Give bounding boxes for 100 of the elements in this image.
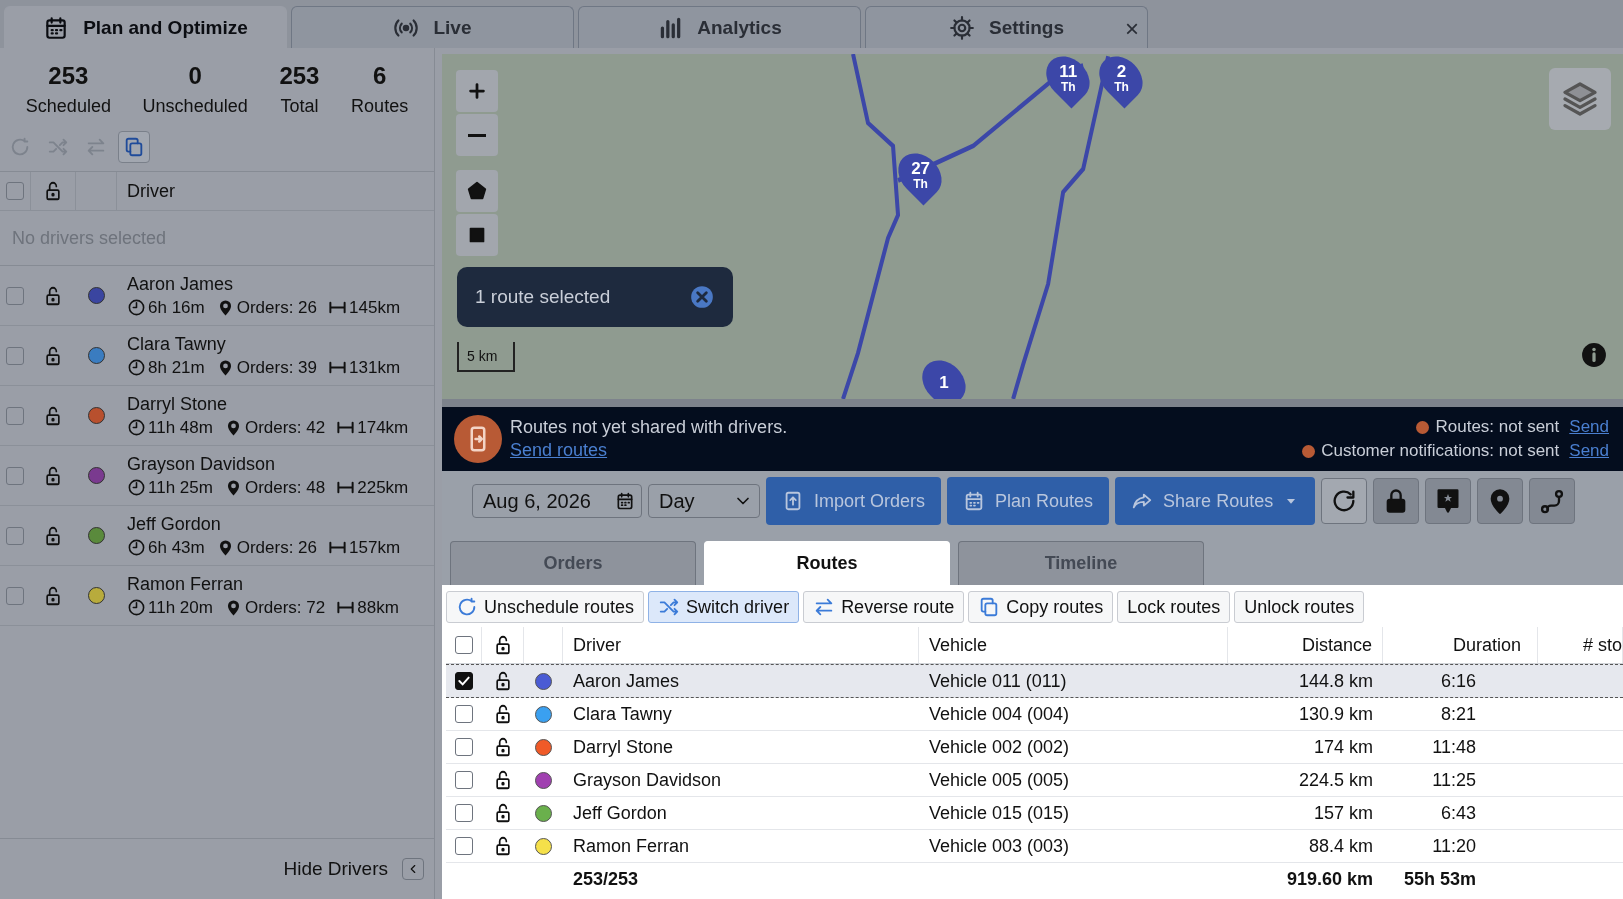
- route-distance: 157km: [349, 537, 401, 558]
- unlocked-padlock-icon: [43, 404, 63, 427]
- circular-arrow-icon: [9, 136, 31, 158]
- checkbox[interactable]: [455, 804, 473, 822]
- table-cell-text: Grayson Davidson: [572, 768, 723, 792]
- checkbox[interactable]: [6, 346, 24, 365]
- unlocked-padlock-icon: [493, 802, 513, 824]
- route-distance: 145km: [349, 297, 401, 318]
- table-cell-text: 6:16: [1439, 669, 1477, 693]
- toolbar-button[interactable]: Import Orders: [766, 477, 942, 525]
- stat-label: Unscheduled: [142, 96, 248, 117]
- clock-icon: [127, 598, 146, 617]
- table-cell-text: Aaron James: [572, 669, 681, 693]
- close-icon: [689, 284, 715, 310]
- rectangle-tool-button[interactable]: [456, 214, 498, 256]
- order-count: Orders: 39: [236, 357, 317, 378]
- table-cell-text: 157 km: [1312, 801, 1374, 825]
- checkbox[interactable]: [6, 182, 24, 200]
- polygon-tool-button[interactable]: [456, 170, 498, 212]
- lock-button[interactable]: [1373, 478, 1420, 524]
- table-cell-text: 11:20: [1431, 834, 1477, 858]
- send-routes-link[interactable]: Send routes: [510, 440, 608, 461]
- checkbox[interactable]: [6, 286, 24, 305]
- checkbox[interactable]: [6, 466, 24, 485]
- action-button[interactable]: Copy routes: [968, 591, 1114, 623]
- order-count: Orders: 48: [244, 477, 326, 498]
- checkbox[interactable]: [455, 771, 473, 789]
- period-dropdown[interactable]: Day: [648, 484, 760, 518]
- action-button[interactable]: Lock routes: [1117, 591, 1231, 623]
- action-button[interactable]: Switch driver: [648, 591, 800, 623]
- tab[interactable]: Live: [291, 6, 574, 48]
- clock-icon: [127, 418, 146, 437]
- column-header: Vehicle: [919, 627, 1228, 663]
- refresh-button[interactable]: [1321, 478, 1368, 524]
- zoom-out-button[interactable]: [456, 114, 498, 156]
- checkbox[interactable]: [6, 526, 24, 545]
- settings-icon: [949, 14, 975, 41]
- tab[interactable]: Plan and Optimize: [4, 6, 287, 48]
- layers-button[interactable]: [1549, 68, 1611, 130]
- checkbox[interactable]: [455, 672, 473, 690]
- table-cell-text: Clara Tawny: [572, 702, 673, 726]
- checkbox[interactable]: [455, 705, 473, 723]
- checkbox[interactable]: [6, 406, 24, 425]
- checkbox[interactable]: [6, 586, 24, 605]
- stat-label: Routes: [351, 96, 409, 117]
- order-count: Orders: 26: [236, 537, 317, 558]
- map-scale: 5 km: [457, 342, 516, 372]
- table-cell-text: Ramon Ferran: [572, 834, 691, 858]
- column-header: Driver: [126, 180, 176, 202]
- route-distance: 225km: [357, 477, 409, 498]
- copy-tool-button[interactable]: [118, 131, 150, 163]
- route-button[interactable]: [1529, 478, 1576, 524]
- total-cell-text: 55h 53m: [1402, 867, 1477, 891]
- checkbox[interactable]: [454, 636, 473, 654]
- copy-icon: [123, 136, 145, 158]
- toolbar-button[interactable]: Share Routes: [1115, 477, 1316, 525]
- status-dot: [1302, 444, 1316, 458]
- polygon-icon: [466, 180, 488, 202]
- table-cell-text: 144.8 km: [1297, 669, 1374, 693]
- unlocked-padlock-icon: [493, 670, 513, 692]
- checkbox[interactable]: [455, 738, 473, 756]
- order-count: Orders: 26: [236, 297, 317, 318]
- tab[interactable]: Settings ×: [865, 6, 1148, 48]
- column-header: Duration: [1383, 627, 1538, 663]
- stat-value: 6: [372, 62, 387, 90]
- unlocked-padlock-icon: [43, 584, 63, 607]
- driver-name: Jeff Gordon: [127, 513, 222, 535]
- table-cell-text: 6:43: [1439, 801, 1477, 825]
- selection-label: 1 route selected: [475, 286, 611, 308]
- send-link[interactable]: Send: [1569, 441, 1609, 461]
- location-button[interactable]: [1477, 478, 1524, 524]
- collapse-button[interactable]: [402, 858, 424, 880]
- zoom-in-button[interactable]: [456, 70, 498, 112]
- action-button[interactable]: Unschedule routes: [446, 591, 645, 623]
- clock-icon: [127, 298, 146, 317]
- order-count: Orders: 42: [244, 417, 326, 438]
- route-duration: 11h 48m: [148, 417, 213, 438]
- tab[interactable]: Routes: [704, 541, 950, 585]
- clear-selection-button[interactable]: [689, 284, 715, 310]
- send-link[interactable]: Send: [1569, 417, 1609, 437]
- tab[interactable]: Analytics: [578, 6, 861, 48]
- clock-icon: [127, 538, 146, 557]
- layers-icon: [1560, 79, 1600, 119]
- driver-name: Darryl Stone: [127, 393, 229, 415]
- driver-name: Ramon Ferran: [127, 573, 245, 595]
- checkbox[interactable]: [455, 837, 473, 855]
- flag-button[interactable]: [1425, 478, 1472, 524]
- date-field[interactable]: Aug 6, 2026: [472, 484, 642, 518]
- table-cell-text: Vehicle 003 (003): [928, 834, 1071, 858]
- unlocked-padlock-icon: [493, 835, 513, 857]
- toolbar-button[interactable]: Plan Routes: [947, 477, 1110, 525]
- table-cell-text: Vehicle 011 (011): [928, 669, 1068, 693]
- action-button[interactable]: Reverse route: [803, 591, 965, 623]
- close-button[interactable]: ×: [1125, 17, 1139, 41]
- action-button[interactable]: Unlock routes: [1234, 591, 1365, 623]
- table-cell-text: Vehicle 005 (005): [928, 768, 1071, 792]
- driver-name: Aaron James: [127, 273, 235, 295]
- info-icon[interactable]: [1581, 342, 1607, 368]
- clock-icon: [127, 358, 146, 377]
- shuffle-icon: [658, 596, 681, 618]
